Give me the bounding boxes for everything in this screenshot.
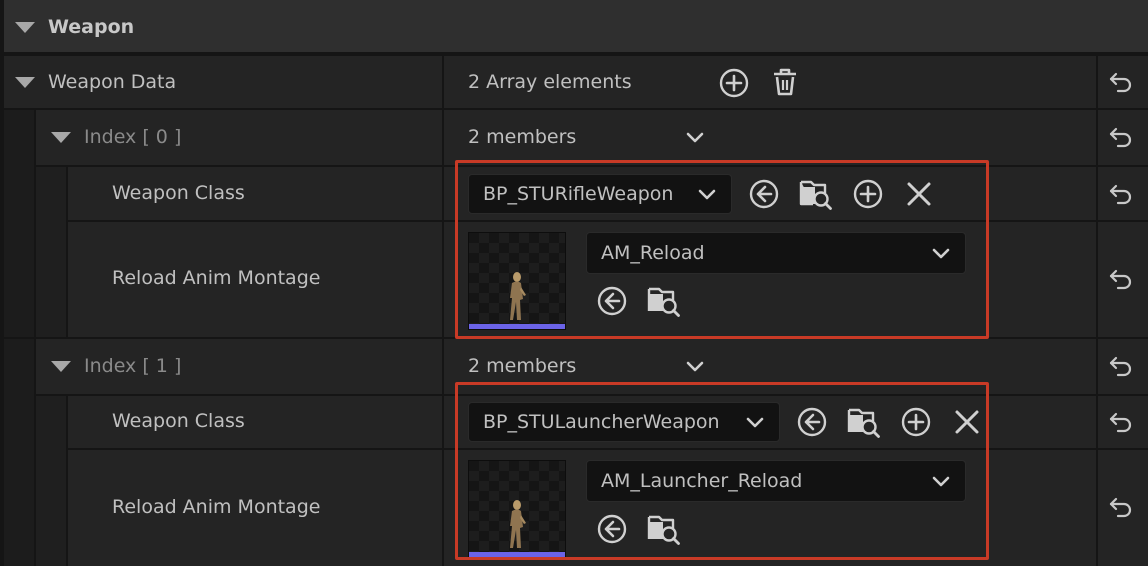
chevron-down-icon[interactable] [685, 359, 705, 373]
reset-to-default-icon[interactable] [1108, 126, 1134, 148]
expand-triangle-icon[interactable] [51, 132, 71, 143]
indent-guide [36, 396, 66, 566]
reset-to-default-icon[interactable] [1108, 268, 1134, 290]
highlight-box [455, 160, 989, 339]
weapon-class-name-cell: Weapon Class [68, 396, 442, 448]
reset-to-default-icon[interactable] [1108, 411, 1134, 433]
reset-to-default-icon[interactable] [1108, 71, 1134, 93]
montage-label: Reload Anim Montage [112, 496, 321, 518]
montage-name-cell: Reload Anim Montage [68, 450, 442, 566]
index-1-name-cell: Index [ 1 ] [36, 339, 442, 394]
index-0-name-cell: Index [ 0 ] [36, 110, 442, 165]
indent-guide [4, 339, 34, 566]
expand-triangle-icon[interactable] [15, 77, 35, 88]
indent-guide [36, 167, 66, 337]
weapon-class-reset-cell [1098, 167, 1148, 220]
members-count: 2 members [468, 355, 577, 377]
weapon-class-label: Weapon Class [112, 182, 245, 204]
montage-label: Reload Anim Montage [112, 267, 321, 289]
montage-reset-cell [1098, 450, 1148, 566]
plus-circle-icon[interactable] [718, 67, 750, 99]
weapon-class-name-cell: Weapon Class [68, 167, 442, 220]
index-1-reset-cell [1098, 339, 1148, 394]
reset-to-default-icon[interactable] [1108, 183, 1134, 205]
index-label: Index [ 1 ] [84, 355, 182, 377]
weapon-data-value-cell: 2 Array elements [444, 56, 1096, 108]
trash-icon[interactable] [770, 66, 800, 98]
array-elements-count: 2 Array elements [468, 71, 632, 93]
reset-to-default-icon[interactable] [1108, 496, 1134, 518]
index-0-value-cell: 2 members [444, 110, 1096, 165]
montage-name-cell: Reload Anim Montage [68, 222, 442, 337]
weapon-data-reset-cell [1098, 56, 1148, 108]
weapon-data-name-cell: Weapon Data [4, 56, 442, 108]
expand-triangle-icon[interactable] [15, 22, 35, 33]
index-label: Index [ 0 ] [84, 126, 182, 148]
indent-guide [4, 110, 34, 337]
expand-triangle-icon[interactable] [51, 361, 71, 372]
montage-reset-cell [1098, 222, 1148, 337]
weapon-data-label: Weapon Data [48, 71, 177, 93]
members-count: 2 members [468, 126, 577, 148]
weapon-class-reset-cell [1098, 396, 1148, 448]
weapon-class-label: Weapon Class [112, 410, 245, 432]
section-header[interactable]: Weapon [4, 0, 1148, 54]
section-title: Weapon [48, 16, 135, 38]
index-0-reset-cell [1098, 110, 1148, 165]
reset-to-default-icon[interactable] [1108, 355, 1134, 377]
chevron-down-icon[interactable] [685, 130, 705, 144]
highlight-box [455, 382, 989, 560]
